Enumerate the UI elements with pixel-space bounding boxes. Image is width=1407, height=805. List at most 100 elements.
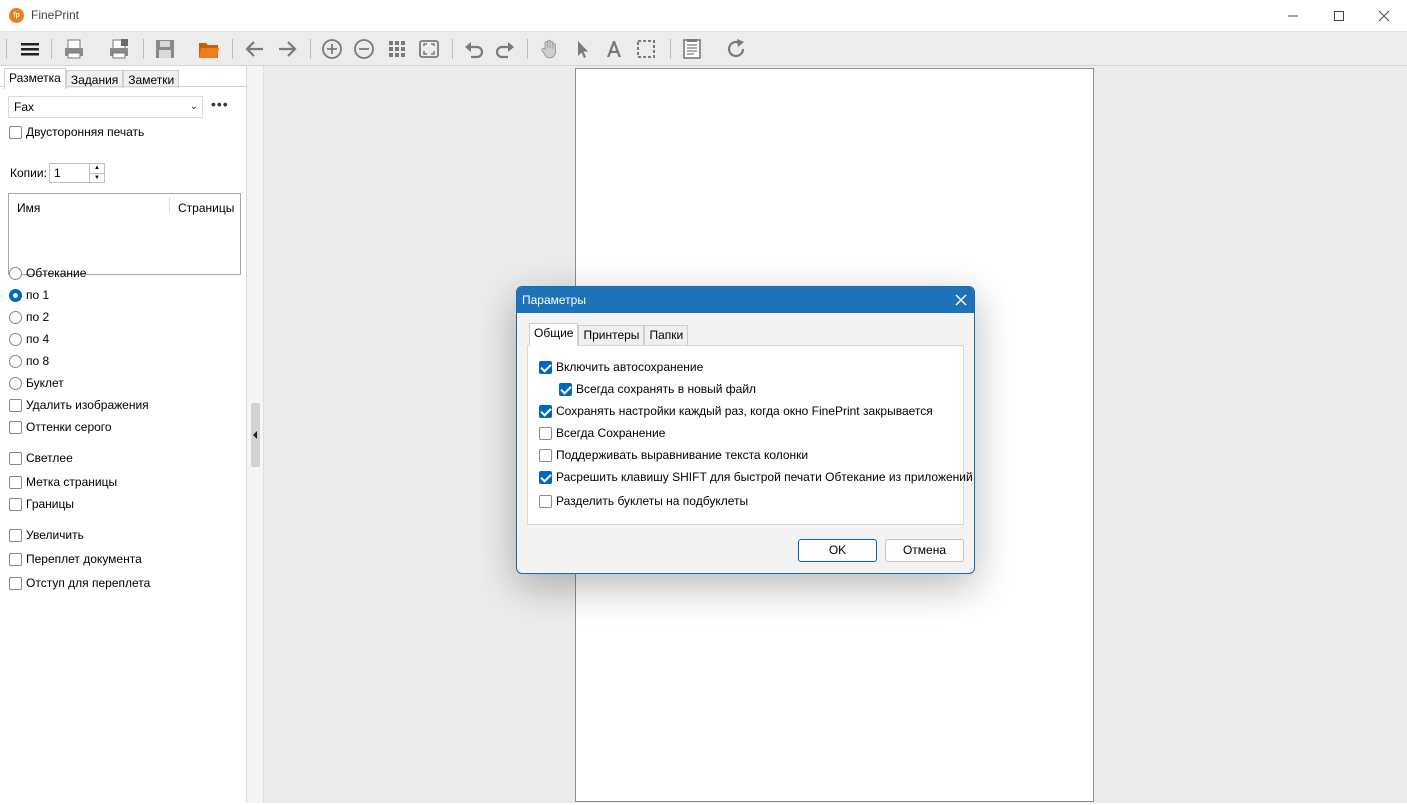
page-mark-checkbox[interactable] (9, 475, 22, 489)
borders-row[interactable]: Границы (9, 496, 74, 512)
thumbnails-button[interactable] (384, 36, 410, 62)
toolbar-separator (51, 39, 52, 59)
duplex-checkbox[interactable] (9, 125, 22, 139)
layout-option-4up[interactable]: по 4 (9, 331, 49, 347)
notes-button[interactable] (679, 36, 705, 62)
save-settings-checkbox[interactable] (539, 404, 552, 418)
zoom-out-button[interactable] (351, 36, 377, 62)
borders-checkbox[interactable] (9, 497, 22, 511)
tab-layout[interactable]: Разметка (4, 68, 66, 89)
window-title: FinePrint (31, 8, 80, 22)
option-save-settings[interactable]: Сохранять настройки каждый раз, когда ок… (539, 403, 933, 419)
print-properties-button[interactable] (106, 36, 132, 62)
radio-1up[interactable] (9, 288, 22, 302)
ok-button[interactable]: OK (798, 539, 877, 562)
option-label: Сохранять настройки каждый раз, когда ок… (556, 404, 933, 418)
select-tool-button[interactable] (633, 36, 659, 62)
layout-option-booklet[interactable]: Буклет (9, 375, 64, 391)
layout-option-8up[interactable]: по 8 (9, 353, 49, 369)
dialog-tabs: Общие Принтеры Папки (529, 323, 689, 346)
lighter-row[interactable]: Светлее (9, 450, 73, 466)
option-label: Поддерживать выравнивание текста колонки (556, 448, 809, 462)
option-shift-quick-print[interactable]: Расрешить клавишу SHIFT для быстрой печа… (539, 469, 973, 485)
maximize-button[interactable] (1316, 0, 1362, 32)
always-save-checkbox[interactable] (539, 426, 552, 440)
autosave-checkbox[interactable] (539, 360, 552, 374)
zoom-in-button[interactable] (319, 36, 345, 62)
redo-button[interactable] (492, 36, 518, 62)
undo-button[interactable] (461, 36, 487, 62)
radio-label: по 1 (26, 288, 50, 302)
grayscale-checkbox[interactable] (9, 420, 22, 434)
pointer-tool-button[interactable] (569, 36, 595, 62)
printer-more-button[interactable]: ••• (211, 96, 229, 112)
binding-checkbox[interactable] (9, 552, 22, 566)
tab-folders[interactable]: Папки (644, 325, 689, 345)
printer-select[interactable]: Fax ⌄ (8, 96, 203, 118)
tab-general[interactable]: Общие (529, 323, 579, 346)
binding-row[interactable]: Переплет документа (9, 551, 142, 567)
back-button[interactable] (242, 36, 268, 62)
radio-8up[interactable] (9, 354, 22, 368)
gutter-checkbox[interactable] (9, 576, 22, 590)
forward-arrow-icon (279, 41, 297, 57)
column-alignment-checkbox[interactable] (539, 448, 552, 462)
fit-page-button[interactable] (416, 36, 442, 62)
split-booklets-checkbox[interactable] (539, 494, 552, 508)
shift-quick-print-checkbox[interactable] (539, 470, 552, 484)
toolbar-separator (310, 39, 311, 59)
stepper-down-icon[interactable]: ▼ (90, 174, 104, 183)
option-autosave[interactable]: Включить автосохранение (539, 359, 703, 375)
toolbar-separator (143, 39, 144, 59)
hand-tool-button[interactable] (537, 36, 563, 62)
forward-button[interactable] (274, 36, 300, 62)
option-split-booklets[interactable]: Разделить буклеты на подбуклеты (539, 493, 748, 509)
checkbox-label: Метка страницы (26, 475, 118, 489)
stepper-up-icon[interactable]: ▲ (90, 164, 104, 174)
menu-button[interactable] (17, 36, 43, 62)
option-save-new-file[interactable]: Всегда сохранять в новый файл (559, 381, 756, 397)
option-always-save[interactable]: Всегда Сохранение (539, 425, 665, 441)
thumbnails-grid-icon (389, 41, 405, 57)
option-column-alignment[interactable]: Поддерживать выравнивание текста колонки (539, 447, 808, 463)
layout-option-2up[interactable]: по 2 (9, 309, 49, 325)
enlarge-row[interactable]: Увеличить (9, 527, 84, 543)
copies-stepper[interactable]: ▲ ▼ (89, 163, 105, 183)
remove-images-row[interactable]: Удалить изображения (9, 397, 149, 413)
layout-option-wrap[interactable]: Обтекание (9, 265, 86, 281)
open-button[interactable] (196, 36, 222, 62)
enlarge-checkbox[interactable] (9, 528, 22, 542)
tab-printers[interactable]: Принтеры (578, 325, 645, 345)
save-button[interactable] (152, 36, 178, 62)
collapse-panel-handle[interactable] (251, 403, 260, 467)
option-label: Разделить буклеты на подбуклеты (556, 494, 749, 508)
column-header-name[interactable]: Имя (17, 201, 40, 215)
layout-option-1up[interactable]: по 1 (9, 287, 49, 303)
page-mark-row[interactable]: Метка страницы (9, 474, 117, 490)
duplex-checkbox-row[interactable]: Двусторонняя печать (9, 124, 144, 140)
jobs-list[interactable]: Имя Страницы (8, 193, 241, 275)
save-new-file-checkbox[interactable] (559, 382, 572, 396)
gutter-row[interactable]: Отступ для переплета (9, 575, 150, 591)
dialog-close-button[interactable] (955, 290, 967, 311)
hand-icon (541, 39, 556, 59)
close-button[interactable] (1361, 0, 1407, 32)
option-label: Включить автосохранение (556, 360, 704, 374)
radio-4up[interactable] (9, 332, 22, 346)
close-icon (955, 294, 967, 306)
toolbar-separator (452, 39, 453, 59)
remove-images-checkbox[interactable] (9, 398, 22, 412)
radio-booklet[interactable] (9, 376, 22, 390)
grayscale-row[interactable]: Оттенки серого (9, 419, 112, 435)
panel-splitter[interactable] (247, 66, 264, 803)
column-header-pages[interactable]: Страницы (178, 201, 234, 215)
copies-input[interactable]: 1 (49, 163, 89, 183)
minimize-button[interactable] (1270, 0, 1316, 32)
radio-wrap[interactable] (9, 266, 22, 280)
text-tool-button[interactable] (601, 36, 627, 62)
radio-2up[interactable] (9, 310, 22, 324)
lighter-checkbox[interactable] (9, 451, 22, 465)
cancel-button[interactable]: Отмена (885, 539, 964, 562)
refresh-button[interactable] (723, 36, 749, 62)
print-button[interactable] (61, 36, 87, 62)
